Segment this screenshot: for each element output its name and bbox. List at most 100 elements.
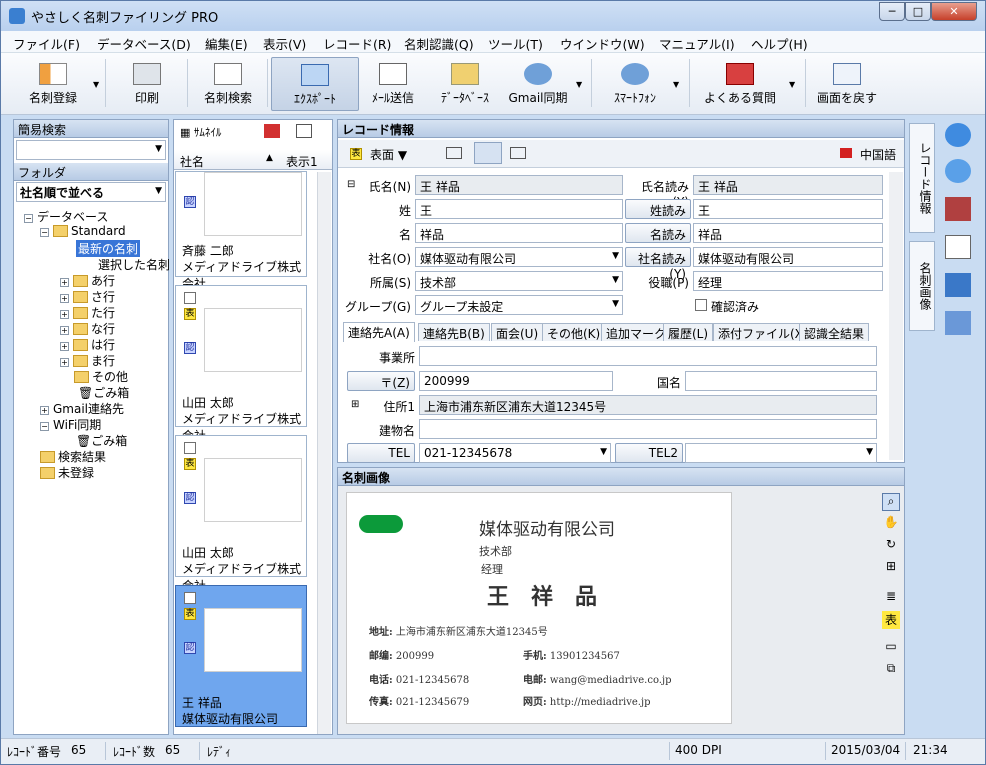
card-checkbox[interactable] (184, 592, 196, 604)
smartphone-dropdown[interactable]: ▼ (673, 80, 679, 89)
quick-search-combo[interactable]: ▼ (16, 140, 166, 160)
register-dropdown[interactable]: ▼ (93, 80, 99, 89)
office-field[interactable] (419, 346, 877, 366)
layout1-icon[interactable] (446, 147, 462, 159)
list-scrollbar[interactable] (317, 172, 331, 734)
company-reading-field[interactable]: 媒体驱动有限公司 (693, 247, 883, 267)
tab-marks[interactable]: 追加マーク (601, 323, 672, 341)
address1-field[interactable]: 上海市浦东新区浦东大道12345号 (419, 395, 877, 415)
faq-button[interactable]: よくある質問 (697, 57, 783, 111)
side-tab-record[interactable]: レコード情報 (909, 123, 935, 233)
image-swap-icon[interactable]: ⧉ (882, 661, 900, 679)
display-column[interactable]: 表示1 (286, 153, 318, 170)
tab-contact-a[interactable]: 連絡先A(A) (343, 322, 415, 342)
tab-attachments[interactable]: 添付ファイル(X) (713, 323, 813, 341)
detail-view-icon[interactable] (296, 124, 312, 138)
minimize-button[interactable]: ─ (879, 2, 905, 21)
gmail-sync-button[interactable]: Gmail同期 (503, 57, 573, 111)
company-field[interactable]: 媒体驱动有限公司 ▼ (415, 247, 623, 267)
tel-button[interactable]: TEL (347, 443, 415, 463)
tree-wifi[interactable]: − WiFi同期 (40, 416, 101, 433)
layout3-icon[interactable] (510, 147, 526, 159)
list-item-selected[interactable]: 表 認 王 祥品 媒体驱动有限公司 (175, 585, 307, 727)
reading-field[interactable]: 王 祥品 (693, 175, 883, 195)
zip-button[interactable]: 〒(Z) (347, 371, 415, 391)
menu-window[interactable]: ウインドウ(W) (560, 34, 645, 53)
confirmed-checkbox[interactable] (695, 299, 707, 311)
tree-sa-row[interactable]: + さ行 (60, 288, 115, 305)
card-checkbox[interactable] (184, 442, 196, 454)
zoom-icon[interactable]: ⌕ (882, 493, 900, 511)
tree-trash[interactable]: 🗑ごみ箱 (78, 384, 129, 401)
tree-na-row[interactable]: + な行 (60, 320, 115, 337)
record-scrollbar[interactable] (889, 172, 903, 460)
menu-manual[interactable]: マニュアル(I) (659, 34, 735, 53)
tree-latest[interactable]: 最新の名刺 (76, 240, 141, 257)
calendar-icon[interactable] (945, 273, 971, 297)
menu-file[interactable]: ファイル(F) (13, 34, 80, 53)
tel-field[interactable]: 021-12345678 ▼ (419, 443, 611, 463)
fullname-field[interactable]: 王 祥品 (415, 175, 623, 195)
tree-search-results[interactable]: 検索結果 (40, 448, 106, 465)
first-name-field[interactable]: 祥品 (415, 223, 623, 243)
export-button[interactable]: ｴｸｽﾎﾟｰﾄ (271, 57, 359, 111)
tab-history[interactable]: 履歴(L) (663, 323, 714, 341)
map-icon[interactable] (945, 159, 971, 183)
tree-database[interactable]: − データベース (24, 208, 108, 225)
book-icon[interactable] (945, 197, 971, 221)
last-reading-field[interactable]: 王 (693, 199, 883, 219)
tab-other[interactable]: その他(K) (542, 323, 606, 341)
fit-icon[interactable]: ⊞ (882, 559, 900, 577)
menu-record[interactable]: レコード(R) (323, 34, 391, 53)
tel2-button[interactable]: TEL2 (615, 443, 683, 463)
sort-combo[interactable]: 社名順で並べる ▼ (16, 182, 166, 202)
first-reading-field[interactable]: 祥品 (693, 223, 883, 243)
thumbnail-view-button[interactable]: ▦ ｻﾑﾈｲﾙ (180, 124, 221, 140)
language-label[interactable]: 中国語 (860, 146, 896, 163)
menu-database[interactable]: データベース(D) (97, 34, 191, 53)
tree-ma-row[interactable]: + ま行 (60, 352, 115, 369)
tab-meeting[interactable]: 面会(U) (491, 323, 544, 341)
list-item[interactable]: 認 斉藤 二郎 メディアドライブ株式会社 (175, 171, 307, 291)
tab-recognition[interactable]: 認識全結果 (799, 323, 870, 341)
last-reading-button[interactable]: 姓読み (625, 199, 691, 219)
list-item[interactable]: 表 認 山田 太郎 メディアドライブ株式会社 (175, 435, 307, 593)
tree-other[interactable]: その他 (74, 368, 128, 385)
list-view-icon[interactable] (264, 124, 280, 138)
gmail-dropdown[interactable]: ▼ (576, 80, 582, 89)
print-button[interactable]: 印刷 (111, 57, 183, 111)
layers-icon[interactable]: ≣ (882, 589, 900, 607)
tree-standard[interactable]: − Standard (40, 224, 126, 238)
title-field[interactable]: 经理 (693, 271, 883, 291)
last-name-field[interactable]: 王 (415, 199, 623, 219)
menu-help[interactable]: ヘルプ(H) (751, 34, 808, 53)
first-reading-button[interactable]: 名読み (625, 223, 691, 243)
rotate-icon[interactable]: ↻ (882, 537, 900, 555)
group-select[interactable]: グループ未設定 ▼ (415, 295, 623, 315)
company-column[interactable]: 社名 (180, 153, 204, 170)
face-select[interactable]: 表面 ▼ (370, 146, 407, 163)
tree-wifi-trash[interactable]: 🗑ごみ箱 (76, 432, 127, 449)
layout2-icon[interactable] (474, 142, 502, 164)
menu-tools[interactable]: ツール(T) (488, 34, 543, 53)
card-checkbox[interactable] (184, 292, 196, 304)
mail-icon[interactable] (945, 235, 971, 259)
company-reading-button[interactable]: 社名読み(Y) (625, 247, 691, 281)
tab-contact-b[interactable]: 連絡先B(B) (418, 323, 490, 341)
menu-view[interactable]: 表示(V) (263, 34, 306, 53)
smartphone-button[interactable]: ｽﾏｰﾄﾌｫﾝ (599, 57, 671, 111)
tree-ha-row[interactable]: + は行 (60, 336, 115, 353)
menu-edit[interactable]: 編集(E) (205, 34, 248, 53)
tree-gmail[interactable]: + Gmail連絡先 (40, 400, 124, 417)
building-field[interactable] (419, 419, 877, 439)
web-icon[interactable] (945, 123, 971, 147)
mail-button[interactable]: ﾒｰﾙ送信 (363, 57, 423, 111)
faq-dropdown[interactable]: ▼ (789, 80, 795, 89)
country-field[interactable] (685, 371, 877, 391)
tree-selected[interactable]: 選択した名刺 (98, 256, 170, 273)
menu-recognition[interactable]: 名刺認識(Q) (404, 34, 474, 53)
database-button[interactable]: ﾃﾞｰﾀﾍﾞｰｽ (429, 57, 501, 111)
hand-icon[interactable]: ✋ (882, 515, 900, 533)
dept-field[interactable]: 技术部 ▼ (415, 271, 623, 291)
side-tab-image[interactable]: 名刺画像 (909, 241, 935, 331)
